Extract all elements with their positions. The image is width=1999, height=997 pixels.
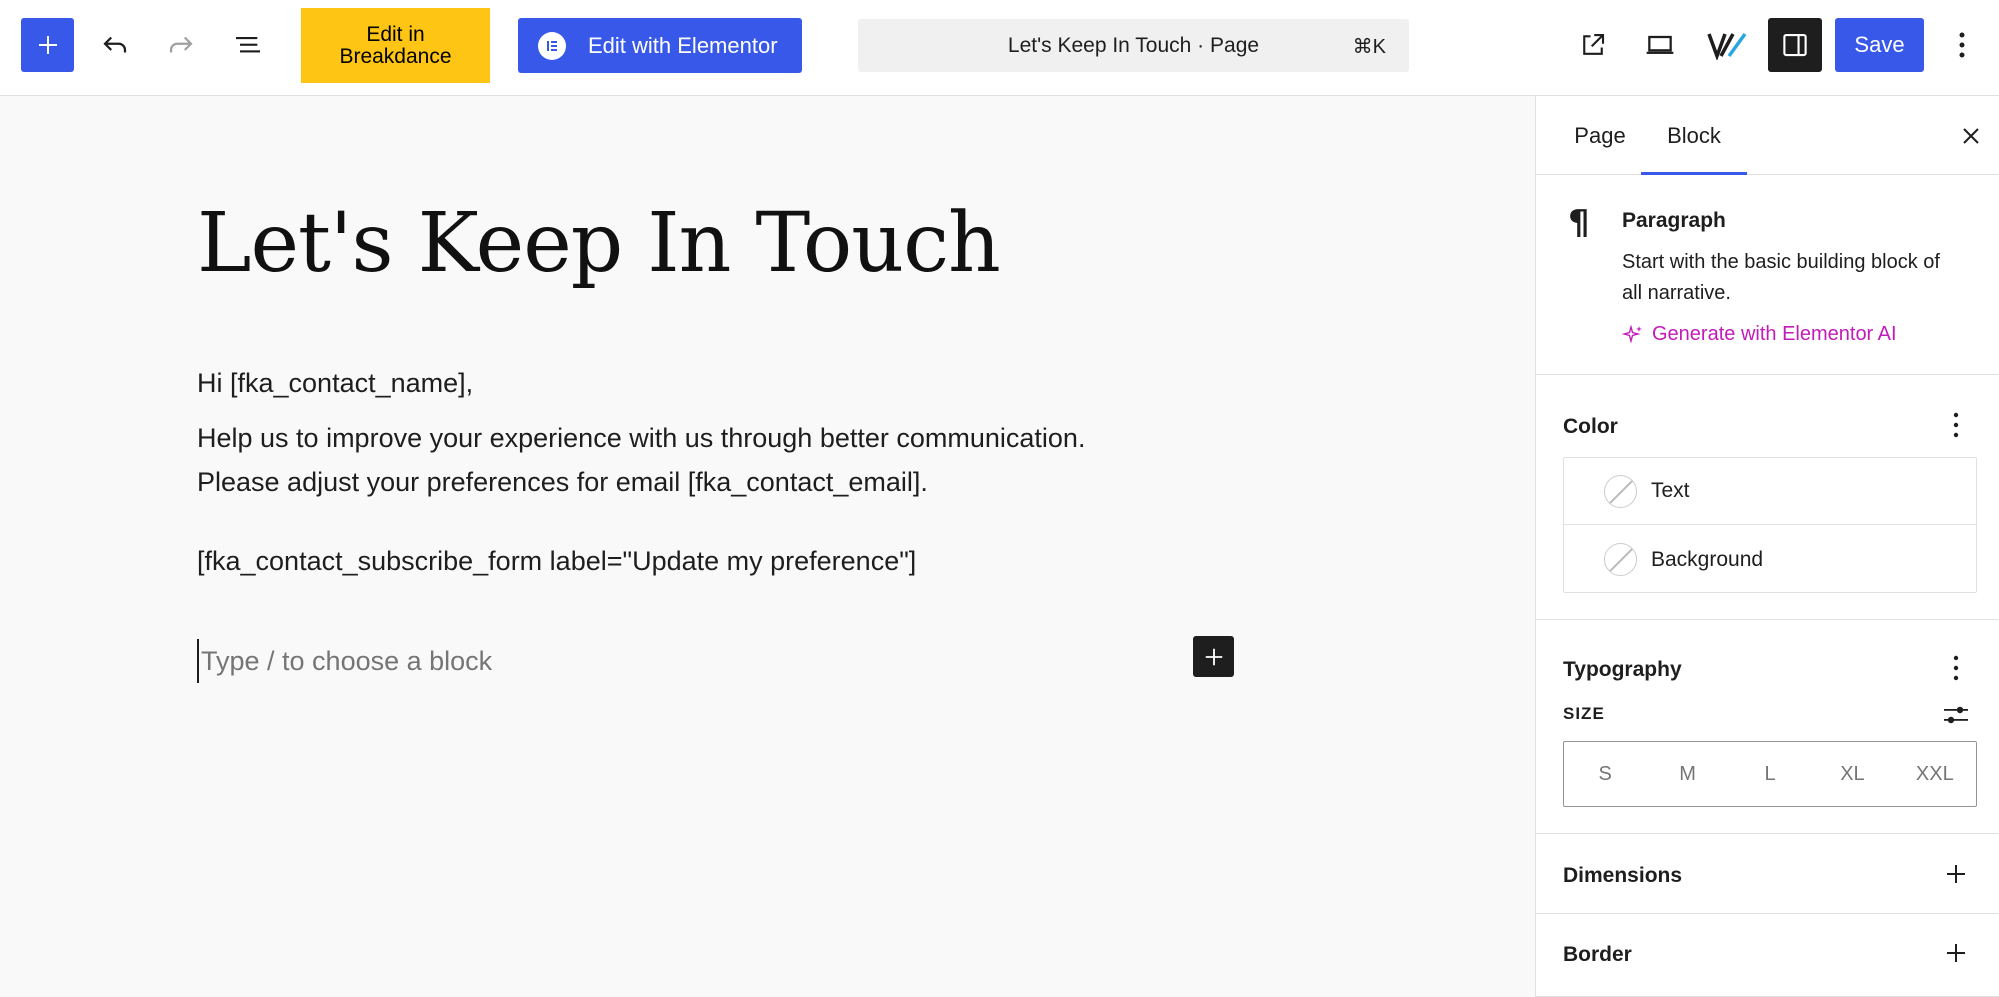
editor-canvas: Let's Keep In Touch Hi [fka_contact_name… [0,96,1535,997]
more-vertical-icon [1953,412,1959,438]
border-panel-title: Border [1563,943,1632,966]
shortcode-paragraph-block[interactable]: [fka_contact_subscribe_form label="Updat… [197,539,916,583]
tab-block[interactable]: Block [1641,96,1747,175]
more-vertical-icon [1959,32,1965,58]
command-palette-trigger[interactable]: Let's Keep In Touch · Page ⌘K [858,19,1409,72]
add-border-button[interactable] [1939,936,1973,970]
document-title: Let's Keep In Touch · Page [1007,33,1260,57]
editor-toolbar: Edit in Breakdance Edit with Elementor L… [0,0,1999,96]
plugin-logo-button[interactable] [1700,18,1754,72]
elementor-label: Edit with Elementor [588,32,778,58]
empty-swatch-icon [1604,474,1637,508]
undo-button[interactable] [90,18,140,72]
plus-icon [38,36,57,54]
ai-link-label: Generate with Elementor AI [1652,323,1897,345]
empty-block-placeholder[interactable]: Type / to choose a block [197,639,492,683]
settings-sidebar-toggle[interactable] [1768,18,1822,72]
plugin-logo-icon [1707,32,1747,60]
paragraph-block[interactable]: Hi [fka_contact_name], [197,361,473,405]
generate-with-ai-link[interactable]: Generate with Elementor AI [1622,323,1897,346]
font-size-label: SIZE [1563,704,1605,723]
block-card: ¶ Paragraph Start with the basic buildin… [1536,175,1999,375]
close-icon [1963,128,1979,144]
color-options-button[interactable] [1939,408,1973,442]
redo-icon [169,36,193,53]
block-description: Start with the basic building block of a… [1622,251,1940,304]
plus-icon [1947,944,1965,962]
breakdance-label-line1: Edit in [366,22,425,46]
block-name: Paragraph [1622,209,1726,232]
preview-device-button[interactable] [1634,18,1686,72]
typography-panel: Typography SIZE S M L XL XXL [1536,620,1999,834]
edit-in-breakdance-button[interactable]: Edit in Breakdance [301,8,490,83]
view-page-button[interactable] [1568,18,1618,72]
options-menu-button[interactable] [1942,18,1982,72]
inline-add-block-button[interactable] [1193,636,1234,677]
command-shortcut: ⌘K [1352,36,1386,58]
sidebar-tabs: Page Block [1536,96,1999,175]
typography-panel-title: Typography [1563,658,1682,681]
color-option-label: Text [1651,479,1690,502]
empty-swatch-icon [1604,543,1637,576]
add-dimensions-button[interactable] [1939,857,1973,891]
font-size-l[interactable]: L [1729,742,1811,806]
typography-options-button[interactable] [1939,651,1973,685]
plus-icon [1205,648,1222,665]
sidebar-icon [1783,33,1807,57]
more-vertical-icon [1953,655,1959,681]
elementor-icon [538,31,566,60]
external-link-icon [1583,33,1605,55]
redo-button[interactable] [156,18,206,72]
paragraph-line: Please adjust your preferences for email… [197,467,928,497]
paragraph-icon: ¶ [1568,203,1590,243]
paragraph-line: Help us to improve your experience with … [197,423,1086,453]
list-view-icon [236,37,260,53]
font-size-s[interactable]: S [1564,742,1646,806]
settings-sidebar: Page Block ¶ Paragraph Start with the ba… [1535,96,1999,997]
font-size-xxl[interactable]: XXL [1894,742,1976,806]
color-panel: Color Text Background [1536,375,1999,620]
save-button[interactable]: Save [1835,18,1924,72]
border-panel[interactable]: Border [1536,914,1999,997]
close-sidebar-button[interactable] [1951,116,1991,156]
undo-icon [103,36,127,53]
dimensions-panel-title: Dimensions [1563,864,1683,887]
ai-sparkle-icon [1622,323,1642,344]
dimensions-panel[interactable]: Dimensions [1536,834,1999,914]
font-size-picker: S M L XL XXL [1563,741,1977,807]
paragraph-block[interactable]: Help us to improve your experience with … [197,416,1085,504]
post-title[interactable]: Let's Keep In Touch [197,196,1001,291]
edit-with-elementor-button[interactable]: Edit with Elementor [518,18,802,73]
text-color-option[interactable]: Text [1564,458,1976,525]
tab-page[interactable]: Page [1558,96,1642,175]
color-option-label: Background [1651,547,1764,571]
settings-sliders-icon [1944,706,1968,724]
document-overview-button[interactable] [222,18,274,72]
desktop-icon [1646,35,1674,54]
font-size-xl[interactable]: XL [1811,742,1893,806]
color-options-group: Text Background [1563,457,1977,593]
custom-size-toggle[interactable] [1939,698,1973,732]
plus-icon [1947,865,1965,883]
block-inserter-button[interactable] [21,18,74,72]
background-color-option[interactable]: Background [1564,526,1976,593]
font-size-m[interactable]: M [1646,742,1728,806]
color-panel-title: Color [1563,415,1618,438]
breakdance-label-line2: Breakdance [339,44,452,68]
